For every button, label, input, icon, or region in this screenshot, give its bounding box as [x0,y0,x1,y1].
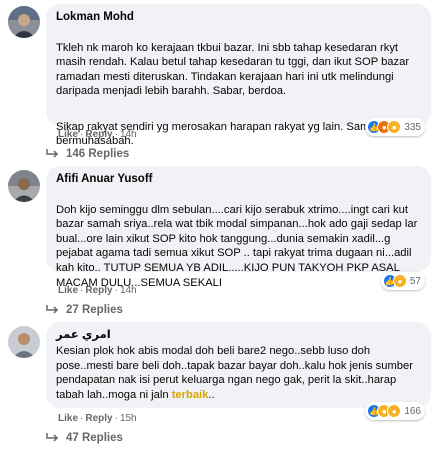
haha-icon: ● [392,274,407,288]
haha-icon: ● [387,404,402,418]
view-replies-link[interactable]: 27 Replies [46,304,123,316]
reply-button[interactable]: Reply [85,129,112,140]
comment-actions: Like · Reply · 15h [58,413,137,424]
replies-count-label: 146 Replies [66,148,130,160]
reaction-summary[interactable]: 👍 ● 57 [380,272,425,290]
comment-actions: Like · Reply · 14h [58,285,137,296]
like-button[interactable]: Like [58,285,78,296]
comment-author[interactable]: Lokman Mohd [56,10,421,24]
reply-button[interactable]: Reply [85,285,112,296]
comment-timestamp[interactable]: 14h [120,285,137,296]
like-button[interactable]: Like [58,129,78,140]
replies-count-label: 47 Replies [66,432,123,444]
reply-arrow-icon [46,149,59,158]
reaction-count: 57 [409,275,421,287]
highlighted-word[interactable]: terbaik [172,389,209,401]
reaction-count: 166 [404,405,421,417]
reply-button[interactable]: Reply [85,413,112,424]
comment-timestamp[interactable]: 14h [120,129,137,140]
reply-arrow-icon [46,433,59,442]
replies-count-label: 27 Replies [66,304,123,316]
comment-bubble: Lokman Mohd Tkleh nk maroh ko kerajaan t… [46,4,431,147]
comment-bubble: امري عمر Kesian plok hok abis modal doh … [46,322,431,408]
reply-arrow-icon [46,305,59,314]
comment-actions: Like · Reply · 14h [58,129,137,140]
comment-paragraph: Tkleh nk maroh ko kerajaan tkbui bazar. … [56,41,410,98]
avatar[interactable] [8,170,40,202]
comment-author[interactable]: Afifi Anuar Yusoff [56,172,421,186]
comment-paragraph: Doh kijo seminggu dlm sebulan....cari ki… [56,203,418,289]
view-replies-link[interactable]: 146 Replies [46,148,129,160]
comment-text: Tkleh nk maroh ko kerajaan tkbui bazar. … [56,26,421,163]
like-button[interactable]: Like [58,413,78,424]
comment-text: Kesian plok hok abis modal doh beli bare… [56,344,421,402]
reaction-summary[interactable]: 👍 ● ● 166 [365,402,425,420]
comment-timestamp[interactable]: 15h [120,413,137,424]
avatar[interactable] [8,326,40,358]
view-replies-link[interactable]: 47 Replies [46,432,123,444]
comment-text-body: Kesian plok hok abis modal doh beli bare… [56,345,413,401]
avatar[interactable] [8,6,40,38]
reaction-summary[interactable]: 👍 ● ● 335 [365,118,425,136]
reaction-count: 335 [404,121,421,133]
haha-icon: ● [387,120,402,134]
comment-text-tail: .. [208,388,215,401]
comment-author[interactable]: امري عمر [56,328,421,342]
comment-bubble: Afifi Anuar Yusoff Doh kijo seminggu dlm… [46,166,431,289]
